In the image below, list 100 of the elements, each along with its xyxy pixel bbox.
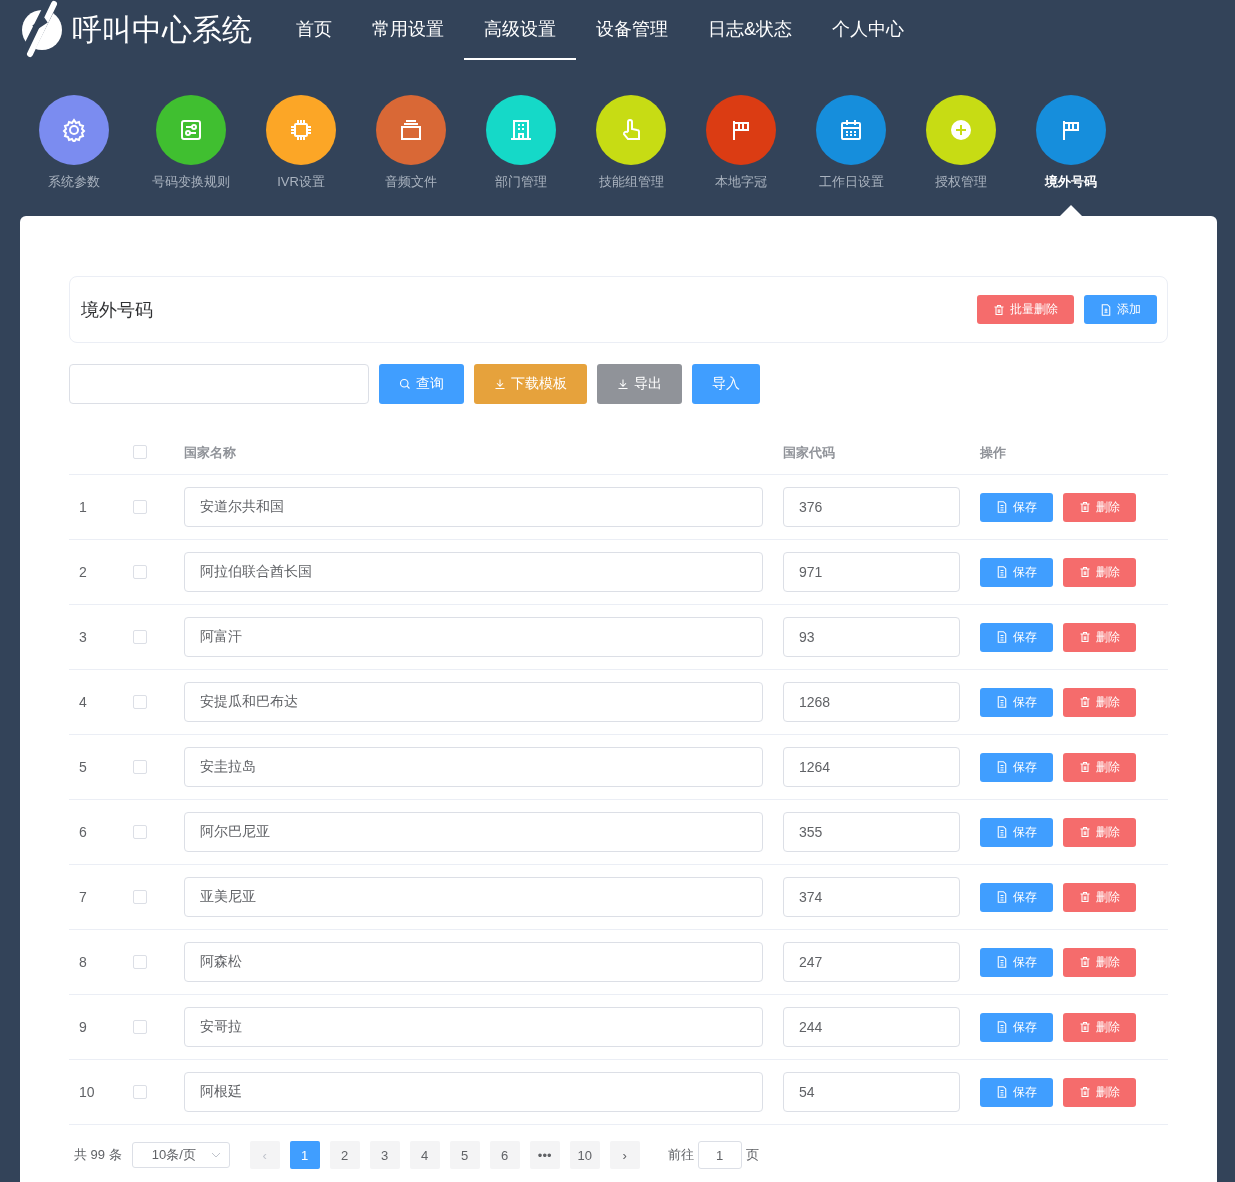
module-item[interactable]: 系统参数 <box>19 95 129 216</box>
trash-icon <box>1079 566 1091 578</box>
nav-tab[interactable]: 首页 <box>276 0 352 60</box>
nav-tab[interactable]: 个人中心 <box>812 0 924 60</box>
export-button[interactable]: 导出 <box>597 364 682 404</box>
search-icon <box>399 378 411 390</box>
code-input[interactable]: 1268 <box>783 682 960 722</box>
search-field[interactable] <box>69 364 369 404</box>
module-item[interactable]: 部门管理 <box>466 95 576 216</box>
checkbox[interactable] <box>133 500 147 514</box>
name-input[interactable]: 阿拉伯联合酋长国 <box>184 552 763 592</box>
chevron-down-icon <box>210 1152 221 1158</box>
nav-tab[interactable]: 常用设置 <box>352 0 464 60</box>
page-button[interactable]: 5 <box>449 1141 480 1169</box>
name-input[interactable]: 安哥拉 <box>184 1007 763 1047</box>
row-number: 8 <box>79 954 87 970</box>
document-icon <box>996 501 1008 513</box>
slider-card-icon <box>179 118 203 142</box>
checkbox[interactable] <box>133 955 147 969</box>
module-item[interactable]: 工作日设置 <box>796 95 906 216</box>
checkbox[interactable] <box>133 890 147 904</box>
gear-icon <box>62 118 86 142</box>
trash-icon <box>1079 501 1091 513</box>
module-item[interactable]: 音频文件 <box>356 95 466 216</box>
page-unit-label: 页 <box>745 1146 759 1164</box>
checkbox[interactable] <box>133 445 147 459</box>
checkbox[interactable] <box>133 760 147 774</box>
batch-delete-button[interactable]: 批量删除 <box>977 295 1074 324</box>
download-icon <box>617 378 629 390</box>
panel-title: 境外号码 <box>81 298 153 322</box>
name-input[interactable]: 亚美尼亚 <box>184 877 763 917</box>
trash-icon <box>1079 956 1091 968</box>
checkbox[interactable] <box>133 1020 147 1034</box>
document-icon <box>996 566 1008 578</box>
page-input[interactable]: 1 <box>697 1141 742 1169</box>
page-button[interactable]: 2 <box>329 1141 360 1169</box>
module-item[interactable]: 技能组管理 <box>576 95 686 216</box>
checkbox[interactable] <box>133 695 147 709</box>
name-input[interactable]: 安圭拉岛 <box>184 747 763 787</box>
trash-icon <box>993 303 1005 316</box>
module-item[interactable]: IVR设置 <box>246 95 356 216</box>
name-input[interactable]: 阿根廷 <box>184 1072 763 1112</box>
document-plus-icon <box>1100 303 1112 316</box>
name-input[interactable]: 阿森松 <box>184 942 763 982</box>
code-input[interactable]: 93 <box>783 617 960 657</box>
logo-icon <box>20 0 64 60</box>
code-input[interactable]: 374 <box>783 877 960 917</box>
trash-icon <box>1079 631 1091 643</box>
nav-tab[interactable]: 设备管理 <box>576 0 688 60</box>
document-icon <box>996 1021 1008 1033</box>
code-input[interactable]: 376 <box>783 487 960 527</box>
document-icon <box>996 696 1008 708</box>
code-input[interactable]: 54 <box>783 1072 960 1112</box>
delete-button[interactable]: 删除 <box>1063 947 1136 977</box>
checkbox[interactable] <box>133 825 147 839</box>
code-input[interactable]: 247 <box>783 942 960 982</box>
document-icon <box>996 1086 1008 1098</box>
code-input[interactable]: 355 <box>783 812 960 852</box>
name-input[interactable]: 安提瓜和巴布达 <box>184 682 763 722</box>
delete-button[interactable]: 删除 <box>1063 687 1136 717</box>
row-number: 3 <box>79 629 87 645</box>
module-item[interactable]: 本地字冠 <box>686 95 796 216</box>
nav-tab[interactable]: 日志&状态 <box>688 0 812 60</box>
code-input[interactable]: 244 <box>783 1007 960 1047</box>
delete-button[interactable]: 删除 <box>1063 1077 1136 1107</box>
page-button[interactable]: ••• <box>529 1141 560 1169</box>
delete-button[interactable]: 删除 <box>1063 752 1136 782</box>
module-item[interactable]: 授权管理 <box>906 95 1016 216</box>
delete-button[interactable]: 删除 <box>1063 1012 1136 1042</box>
delete-button[interactable]: 删除 <box>1063 817 1136 847</box>
document-icon <box>996 826 1008 838</box>
checkbox[interactable] <box>133 565 147 579</box>
code-input[interactable]: 1264 <box>783 747 960 787</box>
page-size-select[interactable]: 10条/页 <box>131 1142 230 1168</box>
page-button[interactable]: 4 <box>409 1141 440 1169</box>
name-input[interactable]: 阿富汗 <box>184 617 763 657</box>
code-input[interactable]: 971 <box>783 552 960 592</box>
page-button[interactable]: 10 <box>569 1141 600 1169</box>
page-button[interactable]: 6 <box>489 1141 520 1169</box>
page-button[interactable]: 3 <box>369 1141 400 1169</box>
checkbox[interactable] <box>133 1085 147 1099</box>
checkbox[interactable] <box>133 630 147 644</box>
building-icon <box>509 118 533 142</box>
delete-button[interactable]: 删除 <box>1063 557 1136 587</box>
calendar-icon <box>839 118 863 142</box>
download-icon <box>494 378 506 390</box>
name-input[interactable]: 安道尔共和国 <box>184 487 763 527</box>
row-number: 9 <box>79 1019 87 1035</box>
app-title: 呼叫中心系统 <box>72 11 252 48</box>
nav-tab[interactable]: 高级设置 <box>464 0 576 60</box>
trash-icon <box>1079 761 1091 773</box>
module-item[interactable]: 号码变换规则 <box>136 95 246 216</box>
name-input[interactable]: 阿尔巴尼亚 <box>184 812 763 852</box>
delete-button[interactable]: 删除 <box>1063 882 1136 912</box>
delete-button[interactable]: 删除 <box>1063 492 1136 522</box>
row-number: 2 <box>79 564 87 580</box>
document-icon <box>996 631 1008 643</box>
delete-button[interactable]: 删除 <box>1063 622 1136 652</box>
column-header: 国家名称 <box>184 444 236 460</box>
next-page-button[interactable]: › <box>609 1141 640 1169</box>
